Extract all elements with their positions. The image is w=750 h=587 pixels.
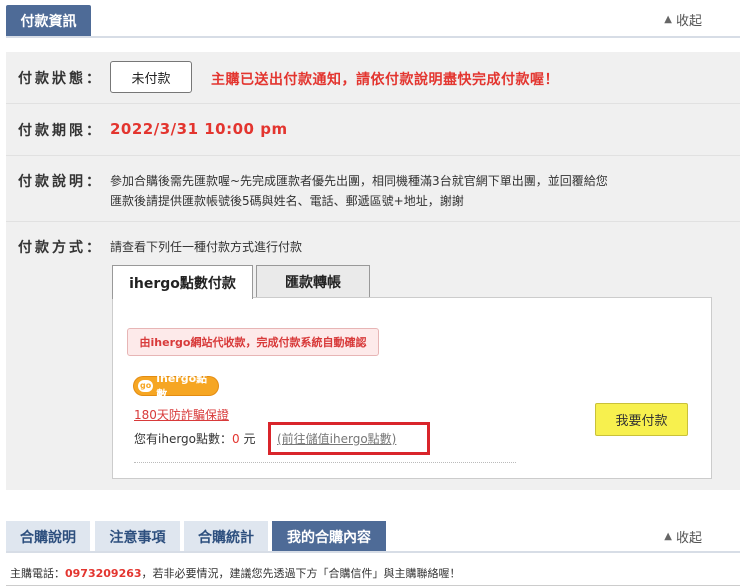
highlight-box xyxy=(268,422,430,455)
auto-confirm-notice: 由ihergo網站代收款，完成付款系統自動確認 xyxy=(127,328,379,356)
tab-bank-transfer[interactable]: 匯款轉帳 xyxy=(256,265,370,298)
tab-my-order[interactable]: 我的合購內容 xyxy=(272,521,386,552)
triangle-up-icon: ▲ xyxy=(664,14,672,25)
collapse-label: 收起 xyxy=(675,531,702,546)
anti-scam-guarantee-link[interactable]: 180天防詐騙保證 xyxy=(134,406,229,423)
description-line: 參加合購後需先匯款喔~先完成匯款者優先出團，相同機種滿3台就官網下單出團，並回覆… xyxy=(110,174,608,188)
status-label: 付款狀態： xyxy=(18,71,103,87)
phone-number: 0973209263 xyxy=(65,567,142,580)
logo-go-mark: go xyxy=(138,380,154,392)
points-balance: 您有ihergo點數：0 元 xyxy=(134,430,255,447)
row-divider xyxy=(6,103,740,104)
description-label: 付款說明： xyxy=(18,174,103,190)
tab-statistics[interactable]: 合購統計 xyxy=(184,521,268,552)
bottom-rule xyxy=(6,585,740,586)
collapse-toggle[interactable]: ▲ 收起 xyxy=(664,10,702,29)
organizer-contact: 主購電話：0973209263，若非必要情況，建議您先透過下方「合購信件」與主購… xyxy=(10,565,461,581)
bottom-collapse-toggle[interactable]: ▲ 收起 xyxy=(664,527,702,546)
status-badge: 未付款 xyxy=(110,61,192,93)
collapse-label: 收起 xyxy=(675,14,702,29)
tab-notes[interactable]: 注意事項 xyxy=(95,521,180,552)
pay-button[interactable]: 我要付款 xyxy=(595,403,688,436)
points-unit: 元 xyxy=(239,432,256,446)
tab-ihergo-points[interactable]: ihergo點數付款 xyxy=(112,265,253,299)
row-divider xyxy=(6,221,740,222)
points-prefix: 您有ihergo點數： xyxy=(134,432,233,446)
contact-advice: ，若非必要情況，建議您先透過下方「合購信件」與主購聯絡喔！ xyxy=(141,567,461,580)
dotted-divider xyxy=(134,462,516,463)
ihergo-points-logo: go ihergo點數 xyxy=(134,372,218,401)
section-tab-payment-info[interactable]: 付款資訊 xyxy=(6,5,91,37)
method-lead-text: 請查看下列任一種付款方式進行付款 xyxy=(110,240,303,254)
triangle-up-icon: ▲ xyxy=(664,531,672,542)
description-line: 匯款後請提供匯款帳號後5碼與姓名、電話、郵遞區號+地址，謝謝 xyxy=(110,194,464,208)
deadline-value: 2022/3/31 10:00 pm xyxy=(110,120,288,138)
status-message: 主購已送出付款通知，請依付款說明盡快完成付款喔！ xyxy=(211,72,559,88)
tabs-divider xyxy=(6,551,740,553)
deadline-label: 付款期限： xyxy=(18,123,103,139)
phone-prefix: 主購電話： xyxy=(10,567,65,580)
method-label: 付款方式： xyxy=(18,240,103,256)
tab-group-buy-info[interactable]: 合購說明 xyxy=(6,521,90,552)
points-value: 0 xyxy=(232,432,240,446)
row-divider xyxy=(6,155,740,156)
description-text: 參加合購後需先匯款喔~先完成匯款者優先出團，相同機種滿3台就官網下單出團，並回覆… xyxy=(110,171,608,211)
section-divider xyxy=(6,36,740,38)
logo-text: ihergo點數 xyxy=(156,372,208,401)
